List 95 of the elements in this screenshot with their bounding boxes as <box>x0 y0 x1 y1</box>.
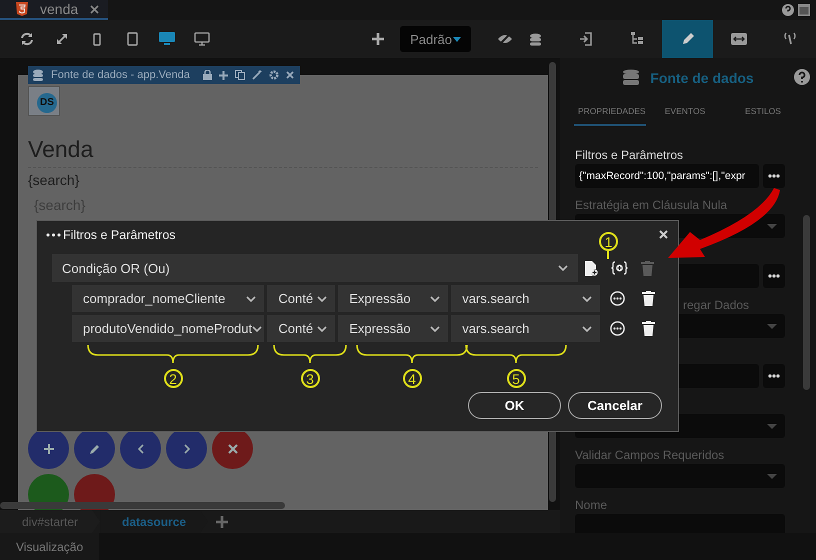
preview-tab[interactable]: Visualização <box>0 533 100 560</box>
text-field[interactable]: {"maxRecord":100,"params":[],"expr <box>575 164 759 188</box>
properties-tab[interactable]: ESTILOS <box>724 98 802 126</box>
dialog-title: Filtros e Parâmetros <box>63 228 176 242</box>
file-plus-icon <box>585 260 598 276</box>
condition-select[interactable]: Condição OR (Ou) <box>52 254 578 282</box>
editor-tab[interactable]: venda <box>0 0 108 20</box>
filter-select[interactable]: produtoVendido_nomeProdut <box>72 315 264 342</box>
chevron-down-icon <box>430 326 440 332</box>
trash-icon <box>642 321 655 336</box>
caret-down-icon <box>767 224 777 228</box>
tree-structure-icon <box>630 32 644 46</box>
chevron-down-icon <box>582 296 592 302</box>
vertical-scrollbar[interactable] <box>803 215 810 390</box>
code-tool-icon <box>782 32 796 46</box>
close-icon <box>659 230 668 239</box>
magic-wand-icon <box>252 70 262 80</box>
properties-tab[interactable]: PROPRIEDADES <box>574 98 646 126</box>
chevron-down-icon <box>317 296 328 302</box>
horizontal-scrollbar[interactable] <box>0 502 285 509</box>
eye-slash-icon <box>497 33 513 45</box>
filter-select[interactable]: Conté <box>267 285 336 312</box>
plus-icon <box>44 444 54 454</box>
select-field[interactable] <box>575 464 785 488</box>
help-icon <box>794 69 810 85</box>
caret-down-icon <box>453 36 461 42</box>
more-button[interactable] <box>763 364 785 388</box>
chevron-down-icon <box>252 326 262 332</box>
filter-select[interactable]: vars.search <box>451 285 600 312</box>
filter-select[interactable]: Expressão <box>338 315 448 342</box>
pencil-icon <box>88 442 100 454</box>
field-label: Filtros e Parâmetros <box>575 147 684 164</box>
close-icon <box>90 4 100 14</box>
ellipsis-icon <box>768 374 780 378</box>
search-text: {search} <box>28 172 80 188</box>
more-button[interactable] <box>763 164 785 188</box>
tablet-icon <box>126 32 138 46</box>
desktop-icon <box>159 32 175 46</box>
ellipsis-circle-icon <box>610 321 625 336</box>
filter-select[interactable]: Conté <box>267 315 336 342</box>
chevron-down-icon <box>582 326 592 332</box>
close-button[interactable] <box>659 230 668 239</box>
trash-icon <box>641 260 654 276</box>
expand-icon <box>55 32 69 46</box>
help-icon <box>782 4 794 16</box>
chevron-down-icon <box>246 296 256 302</box>
ellipsis-icon <box>768 174 780 178</box>
braces-plus-icon <box>611 261 628 275</box>
chevron-down-icon <box>558 265 568 271</box>
window-icon <box>798 4 810 16</box>
database-icon <box>32 69 44 81</box>
field-label: Validar Campos Requeridos <box>575 447 724 464</box>
field-label: Nome <box>575 497 608 514</box>
cancel-button[interactable]: Cancelar <box>568 392 662 419</box>
plus-icon <box>218 70 228 80</box>
refresh-icon <box>20 32 34 46</box>
ellipsis-circle-icon <box>610 291 625 306</box>
page-heading: Venda <box>28 136 538 168</box>
close-icon <box>286 71 294 79</box>
caret-down-icon <box>767 474 777 478</box>
sign-in-icon <box>578 32 592 46</box>
filter-select[interactable]: Expressão <box>338 285 448 312</box>
database-icon <box>622 69 640 87</box>
filter-select[interactable]: comprador_nomeCliente <box>72 285 264 312</box>
more-button[interactable] <box>763 264 785 288</box>
lock-icon <box>202 70 212 80</box>
horizontal-resize-icon <box>730 33 746 45</box>
html5-icon <box>16 2 28 16</box>
ellipsis-icon <box>46 232 61 236</box>
caret-down-icon <box>767 324 777 328</box>
trash-icon <box>642 291 655 306</box>
field-label: Estratégia em Cláusula Nula <box>575 197 728 214</box>
chevron-left-icon <box>138 444 144 454</box>
ok-button[interactable]: OK <box>468 392 561 419</box>
leader-line <box>607 251 609 259</box>
caret-down-icon <box>767 424 777 428</box>
plus-icon <box>216 516 228 528</box>
chevron-down-icon <box>430 296 440 302</box>
field-label: regar Dados <box>683 297 750 314</box>
copy-icon <box>234 70 245 80</box>
panel-tab[interactable] <box>662 20 713 58</box>
plus-icon <box>372 33 384 45</box>
ellipsis-icon <box>768 274 780 278</box>
chevron-down-icon <box>317 326 328 332</box>
database-icon <box>529 32 542 46</box>
filter-select[interactable]: vars.search <box>451 315 600 342</box>
properties-tab[interactable]: EVENTOS <box>646 98 724 126</box>
chevron-right-icon <box>184 444 190 454</box>
phone-icon <box>93 32 101 46</box>
monitor-icon <box>194 32 210 46</box>
component-toolbar: Fonte de dados - app.Venda <box>28 66 300 84</box>
pencil-icon <box>680 32 694 46</box>
theme-dropdown[interactable]: Padrão <box>400 26 471 52</box>
panel-title: Fonte de dados <box>650 70 754 86</box>
close-icon <box>228 444 238 454</box>
